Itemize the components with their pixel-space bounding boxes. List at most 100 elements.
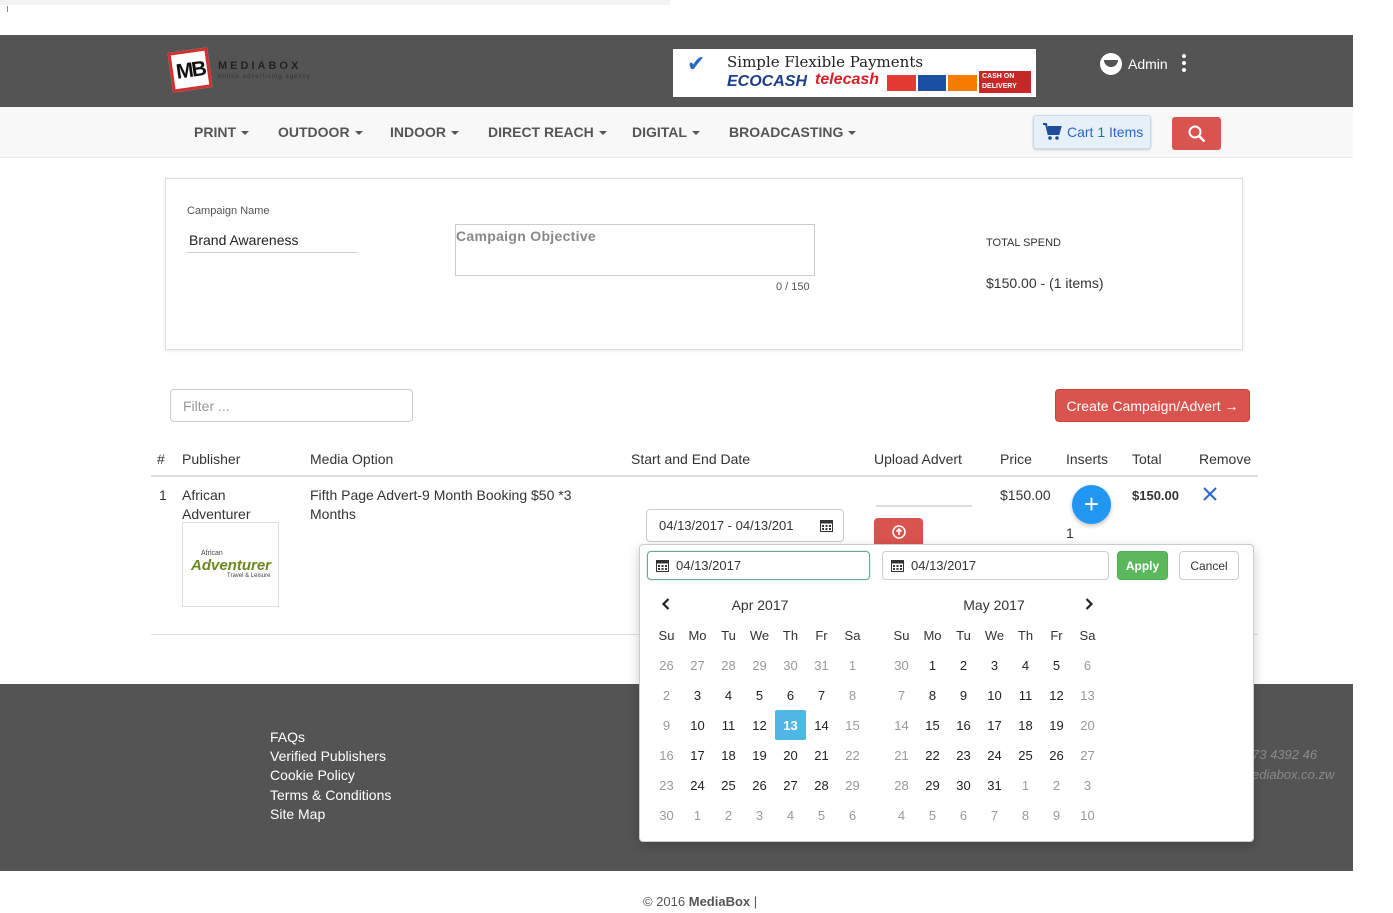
calendar-day[interactable]: 20 [1072, 710, 1103, 740]
calendar-day[interactable]: 17 [682, 740, 713, 770]
picker-start-input[interactable]: 04/13/2017 [647, 551, 870, 580]
search-button[interactable] [1172, 117, 1221, 150]
calendar-day[interactable]: 1 [1010, 770, 1041, 800]
calendar-day[interactable]: 27 [682, 650, 713, 680]
calendar-day[interactable]: 26 [651, 650, 682, 680]
calendar-day[interactable]: 3 [979, 650, 1010, 680]
calendar-day[interactable]: 4 [886, 800, 917, 830]
calendar-day[interactable]: 13 [1072, 680, 1103, 710]
campaign-name-input[interactable]: Brand Awareness [187, 228, 357, 253]
calendar-day[interactable]: 7 [979, 800, 1010, 830]
calendar-day[interactable]: 16 [948, 710, 979, 740]
calendar-day[interactable]: 2 [1041, 770, 1072, 800]
calendar-day[interactable]: 2 [948, 650, 979, 680]
nav-broadcasting[interactable]: BROADCASTING [729, 124, 857, 140]
calendar-day[interactable]: 31 [979, 770, 1010, 800]
calendar-day[interactable]: 18 [1010, 710, 1041, 740]
calendar-day-selected[interactable]: 13 [775, 710, 806, 740]
calendar-day[interactable]: 14 [806, 710, 837, 740]
date-range-input[interactable]: 04/13/2017 - 04/13/201 [646, 509, 844, 542]
nav-digital[interactable]: DIGITAL [632, 124, 700, 140]
cart-button[interactable]: Cart 1 Items [1033, 115, 1151, 149]
calendar-day[interactable]: 4 [1010, 650, 1041, 680]
calendar-day[interactable]: 12 [744, 710, 775, 740]
calendar-day[interactable]: 22 [917, 740, 948, 770]
calendar-day[interactable]: 16 [651, 740, 682, 770]
cancel-button[interactable]: Cancel [1179, 551, 1239, 580]
calendar-day[interactable]: 18 [713, 740, 744, 770]
footer-link-verified-publishers[interactable]: Verified Publishers [270, 748, 386, 764]
calendar-day[interactable]: 8 [917, 680, 948, 710]
calendar-day[interactable]: 23 [948, 740, 979, 770]
calendar-day[interactable]: 6 [775, 680, 806, 710]
calendar-day[interactable]: 21 [886, 740, 917, 770]
nav-indoor[interactable]: INDOOR [390, 124, 459, 140]
calendar-day[interactable]: 7 [886, 680, 917, 710]
calendar-day[interactable]: 12 [1041, 680, 1072, 710]
calendar-day[interactable]: 24 [979, 740, 1010, 770]
calendar-day[interactable]: 10 [979, 680, 1010, 710]
calendar-day[interactable]: 15 [837, 710, 868, 740]
calendar-day[interactable]: 29 [837, 770, 868, 800]
nav-outdoor[interactable]: OUTDOOR [278, 124, 363, 140]
payments-banner[interactable]: ✔ Simple Flexible Payments ECOCASH telec… [673, 49, 1036, 97]
calendar-day[interactable]: 19 [744, 740, 775, 770]
upload-advert-button[interactable] [874, 518, 923, 546]
calendar-day[interactable]: 8 [1010, 800, 1041, 830]
footer-link-faqs[interactable]: FAQs [270, 729, 305, 745]
calendar-day[interactable]: 19 [1041, 710, 1072, 740]
calendar-day[interactable]: 29 [744, 650, 775, 680]
calendar-day[interactable]: 10 [682, 710, 713, 740]
user-menu[interactable]: Admin [1100, 52, 1168, 76]
calendar-day[interactable]: 30 [651, 800, 682, 830]
calendar-day[interactable]: 26 [744, 770, 775, 800]
calendar-day[interactable]: 1 [837, 650, 868, 680]
calendar-day[interactable]: 6 [948, 800, 979, 830]
nav-print[interactable]: PRINT [194, 124, 249, 140]
calendar-day[interactable]: 9 [1041, 800, 1072, 830]
calendar-day[interactable]: 28 [806, 770, 837, 800]
calendar-day[interactable]: 11 [713, 710, 744, 740]
calendar-day[interactable]: 22 [837, 740, 868, 770]
calendar-day[interactable]: 28 [886, 770, 917, 800]
calendar-day[interactable]: 5 [1041, 650, 1072, 680]
filter-input[interactable]: Filter ... [170, 389, 413, 422]
calendar-day[interactable]: 25 [1010, 740, 1041, 770]
calendar-day[interactable]: 26 [1041, 740, 1072, 770]
calendar-day[interactable]: 23 [651, 770, 682, 800]
calendar-day[interactable]: 7 [806, 680, 837, 710]
footer-email[interactable]: ediabox.co.zw [1252, 767, 1334, 782]
calendar-day[interactable]: 6 [1072, 650, 1103, 680]
calendar-day[interactable]: 15 [917, 710, 948, 740]
calendar-day[interactable]: 5 [744, 680, 775, 710]
calendar-day[interactable]: 27 [775, 770, 806, 800]
site-logo[interactable]: MB MEDIABOX online advertising agency [167, 46, 328, 96]
picker-end-input[interactable]: 04/13/2017 [882, 551, 1109, 580]
calendar-day[interactable]: 4 [713, 680, 744, 710]
footer-link-site-map[interactable]: Site Map [270, 806, 325, 822]
calendar-day[interactable]: 8 [837, 680, 868, 710]
next-month-icon[interactable] [1082, 597, 1096, 611]
nav-direct-reach[interactable]: DIRECT REACH [488, 124, 607, 140]
calendar-day[interactable]: 1 [682, 800, 713, 830]
calendar-day[interactable]: 9 [651, 710, 682, 740]
calendar-day[interactable]: 10 [1072, 800, 1103, 830]
calendar-day[interactable]: 4 [775, 800, 806, 830]
calendar-day[interactable]: 28 [713, 650, 744, 680]
remove-icon[interactable] [1201, 485, 1219, 503]
calendar-day[interactable]: 25 [713, 770, 744, 800]
calendar-day[interactable]: 11 [1010, 680, 1041, 710]
calendar-day[interactable]: 17 [979, 710, 1010, 740]
calendar-day[interactable]: 21 [806, 740, 837, 770]
calendar-day[interactable]: 3 [1072, 770, 1103, 800]
prev-month-icon[interactable] [659, 597, 673, 611]
calendar-day[interactable]: 6 [837, 800, 868, 830]
calendar-day[interactable]: 24 [682, 770, 713, 800]
create-campaign-button[interactable]: Create Campaign/Advert → [1055, 389, 1250, 422]
calendar-day[interactable]: 3 [682, 680, 713, 710]
footer-link-cookie-policy[interactable]: Cookie Policy [270, 767, 355, 783]
apply-button[interactable]: Apply [1117, 551, 1168, 580]
add-insert-button[interactable]: + [1072, 485, 1111, 524]
calendar-day[interactable]: 30 [886, 650, 917, 680]
calendar-day[interactable]: 1 [917, 650, 948, 680]
